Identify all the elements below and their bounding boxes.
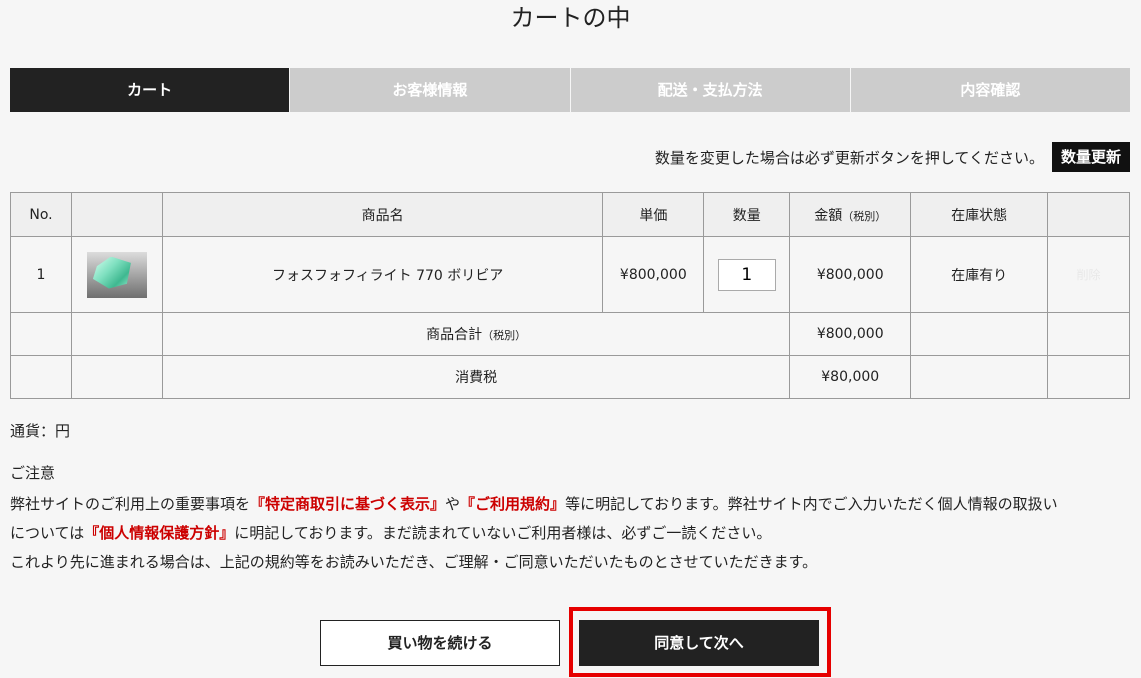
notice-line-1: 弊社サイトのご利用上の重要事項を『特定商取引に基づく表示』や『ご利用規約』等に明… xyxy=(10,490,1135,519)
quantity-input[interactable] xyxy=(717,258,776,291)
step-confirm: 内容確認 xyxy=(849,68,1130,112)
subtotal-empty-4 xyxy=(1047,312,1130,356)
item-amount: ¥800,000 xyxy=(789,236,912,313)
checkout-steps: カート お客様情報 配送・支払方法 内容確認 xyxy=(10,68,1130,112)
subtotal-empty-1 xyxy=(10,312,72,356)
header-name: 商品名 xyxy=(161,192,604,237)
step-delivery-payment: 配送・支払方法 xyxy=(569,68,850,112)
tax-empty-2 xyxy=(70,355,163,399)
header-quantity: 数量 xyxy=(703,192,791,237)
update-row: 数量を変更した場合は必ず更新ボタンを押してください。 数量更新 xyxy=(10,142,1130,172)
step-customer-info: お客様情報 xyxy=(289,68,570,112)
currency-text: 通貨：円 xyxy=(10,422,71,440)
item-no: 1 xyxy=(10,236,72,313)
notice-text: 等に明記しております。弊社サイト内でご入力いただく個人情報の取扱い xyxy=(565,495,1058,513)
table-row: 1 フォスフォフィライト 770 ボリビア ¥800,000 ¥800,000 … xyxy=(10,236,1130,313)
header-stock: 在庫状態 xyxy=(910,192,1049,237)
table-header-row: No. 商品名 単価 数量 金額（税別） 在庫状態 xyxy=(10,192,1130,237)
tax-label: 消費税 xyxy=(161,355,791,399)
subtotal-label-cell: 商品合計（税別） xyxy=(161,312,791,356)
subtotal-note: （税別） xyxy=(482,329,527,342)
notice-title: ご注意 xyxy=(10,464,56,482)
agree-next-button[interactable]: 同意して次へ xyxy=(579,620,819,666)
notice-body: 弊社サイトのご利用上の重要事項を『特定商取引に基づく表示』や『ご利用規約』等に明… xyxy=(10,490,1135,577)
tax-value: ¥80,000 xyxy=(789,355,912,399)
notice-text: 弊社サイトのご利用上の重要事項を xyxy=(10,495,251,513)
item-quantity-cell xyxy=(703,236,791,313)
page-title: カートの中 xyxy=(510,4,631,32)
notice-text: や xyxy=(445,495,461,513)
item-action-cell: 削除 xyxy=(1047,236,1130,313)
continue-shopping-button[interactable]: 買い物を続ける xyxy=(320,620,560,666)
tax-empty-1 xyxy=(10,355,72,399)
subtotal-empty-3 xyxy=(910,312,1049,356)
subtotal-value: ¥800,000 xyxy=(789,312,912,356)
cart-table: No. 商品名 単価 数量 金額（税別） 在庫状態 1 フォスフォフィライト 7… xyxy=(10,192,1130,399)
header-no: No. xyxy=(10,192,72,237)
delete-button[interactable]: 削除 xyxy=(1077,268,1101,282)
notice-line-2: については『個人情報保護方針』に明記しております。まだ読まれていないご利用者様は… xyxy=(10,519,1135,548)
notice-text: に明記しております。まだ読まれていないご利用者様は、必ずご一読ください。 xyxy=(234,524,772,542)
tax-empty-4 xyxy=(1047,355,1130,399)
header-amount-label: 金額 xyxy=(814,207,843,224)
update-quantity-button[interactable]: 数量更新 xyxy=(1051,142,1130,172)
update-note: 数量を変更した場合は必ず更新ボタンを押してください。 xyxy=(654,148,1044,167)
subtotal-empty-2 xyxy=(70,312,163,356)
header-unit-price: 単価 xyxy=(602,192,705,237)
link-tokutei[interactable]: 『特定商取引に基づく表示』 xyxy=(250,495,445,513)
product-thumbnail[interactable] xyxy=(86,251,147,298)
notice-text: については xyxy=(10,524,85,542)
header-amount-note: （税別） xyxy=(842,209,887,223)
tax-empty-3 xyxy=(910,355,1049,399)
subtotal-row: 商品合計（税別） ¥800,000 xyxy=(10,312,1130,356)
header-amount: 金額（税別） xyxy=(789,192,912,237)
item-name[interactable]: フォスフォフィライト 770 ボリビア xyxy=(161,236,604,313)
header-action xyxy=(1047,192,1130,237)
tax-row: 消費税 ¥80,000 xyxy=(10,355,1130,399)
item-unit-price: ¥800,000 xyxy=(602,236,705,313)
header-image xyxy=(70,192,163,237)
item-stock: 在庫有り xyxy=(910,236,1049,313)
step-cart: カート xyxy=(10,68,290,112)
subtotal-label: 商品合計 xyxy=(426,327,483,343)
gem-image xyxy=(92,256,131,289)
item-image-cell xyxy=(70,236,163,313)
link-privacy[interactable]: 『個人情報保護方針』 xyxy=(84,524,234,542)
link-terms[interactable]: 『ご利用規約』 xyxy=(460,495,565,513)
notice-line-3: これより先に進まれる場合は、上記の規約等をお読みいただき、ご理解・ご同意いただい… xyxy=(10,553,818,571)
